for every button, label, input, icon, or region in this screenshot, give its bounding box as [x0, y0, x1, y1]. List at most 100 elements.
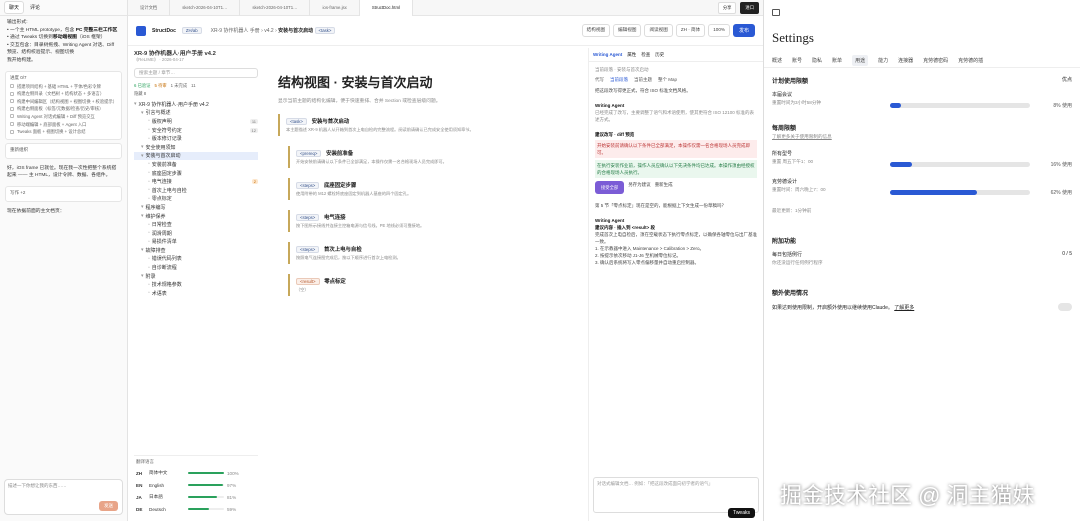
file-tab[interactable]: 设计文档	[128, 0, 171, 16]
todo-item[interactable]: 构建右侧面板（标签/元数据/检查/历史/审核）	[10, 105, 117, 113]
mode-option[interactable]: 代写	[595, 77, 604, 83]
structure-section[interactable]: <steps> 电气连接 按下图所示接线并连接主控箱电源与信号线。PE 地线必须…	[288, 210, 560, 232]
page-icon: ▫	[148, 161, 150, 168]
structure-section[interactable]: <steps> 首次上电与自检 按照电气连接图完成后，按以下顺序进行首次上电检测…	[288, 242, 560, 264]
settings-tab[interactable]: 账单	[832, 57, 842, 64]
file-tab[interactable]: sketch-2026-04-10T1…	[240, 0, 311, 16]
todo-item[interactable]: Tweaks 面板 + 视图切换 + 设计总结	[10, 128, 117, 136]
page-icon: ▫	[148, 230, 150, 237]
tweaks-button[interactable]: Tweaks	[728, 508, 755, 518]
settings-title: Settings	[772, 30, 814, 45]
settings-tab[interactable]: 概述	[772, 57, 782, 64]
accept-all-button[interactable]: 接受全部	[595, 181, 625, 194]
language-row[interactable]: ZH 简体中文 100%	[136, 467, 256, 479]
tree-node[interactable]: ▫ 首次上电与自检	[134, 186, 258, 195]
tab-writing-agent[interactable]: Writing Agent	[593, 52, 622, 57]
mode-option[interactable]: 当前段落	[610, 77, 628, 83]
export-button[interactable]: 进口	[740, 1, 759, 14]
tree-node[interactable]: ▫ 润滑周期	[134, 229, 258, 238]
todo-item[interactable]: 搭建项目结构 + 基础 HTML + 字体/色彩令牌	[10, 83, 117, 91]
settings-tab[interactable]: 连接器	[898, 57, 913, 64]
tree-node[interactable]: ▾ 维护保养	[134, 212, 258, 221]
tree-node[interactable]: ▾ 附录	[134, 272, 258, 281]
brand-tag: ZH/ab	[181, 27, 202, 34]
structure-section[interactable]: <task> 安装与首次启动 本主题描述 XR-9 机器人从开箱到首次上电自检的…	[278, 114, 560, 136]
section-title: 电气连接	[323, 215, 346, 221]
language-row[interactable]: JA 日本語 81%	[136, 491, 256, 503]
todo-list: 进度 0/7 搭建项目结构 + 基础 HTML + 字体/色彩令牌 构建左侧目录（…	[5, 70, 122, 140]
tree-node[interactable]: ▾ 引言与概述	[134, 109, 258, 118]
settings-tab[interactable]: 隐私	[812, 57, 822, 64]
extra-usage-toggle[interactable]	[1058, 303, 1072, 311]
mode-option[interactable]: 整个 Map	[658, 77, 677, 83]
save-suggestion-button[interactable]: 另存为建议	[628, 181, 651, 194]
file-tab-active[interactable]: StructDoc.html	[359, 0, 414, 16]
structure-section[interactable]: <result> 零点标定 （空）	[288, 274, 560, 296]
tree-node[interactable]: ▾ XR-9 协作机器人·用户手册 v4.2	[134, 100, 258, 109]
translation-progress-bar	[188, 472, 224, 474]
tree-node[interactable]: ▾ 程序编写	[134, 203, 258, 212]
language-row[interactable]: EN English 97%	[136, 479, 256, 491]
tree-node[interactable]: ▫ 术语表	[134, 289, 258, 298]
structure-section[interactable]: <prereq> 安装前准备 开始安装前请确认以下条件已全部满足，本操作仅需一名…	[288, 146, 560, 168]
tab-history[interactable]: 历史	[655, 52, 664, 58]
learn-more-link[interactable]: 了解更多	[894, 305, 914, 311]
chat-input[interactable]: 描述一下你想让我的东西…… 发送	[4, 479, 123, 515]
tree-meta: 《ReLIME》 · 2026-04-17	[134, 57, 184, 62]
agent-tabs: Writing Agent 属性 检查 历史	[589, 48, 763, 62]
todo-item[interactable]: 构建中间编辑区（结构视图 + 视图切换 + 校验提示）	[10, 98, 117, 106]
tree-node[interactable]: ▫ 易损件清单	[134, 238, 258, 247]
send-button[interactable]: 发送	[99, 501, 118, 511]
tab-comments[interactable]: 评论	[26, 2, 44, 13]
edit-view-button[interactable]: 编辑视图	[613, 24, 642, 37]
tree-node[interactable]: ▫ 技术规格参数	[134, 280, 258, 289]
tree-node[interactable]: ▫ 零点标定	[134, 195, 258, 204]
tree-search-input[interactable]: 搜索主题 / 章节…	[134, 68, 258, 78]
sidebar-toggle-icon[interactable]	[772, 8, 780, 16]
section-desc: 本主题描述 XR-9 机器人从开箱到首次上电自检的完整流程。阅读前请确认已完成安…	[286, 127, 474, 132]
tab-check[interactable]: 检查	[641, 52, 650, 58]
checkbox-icon	[10, 114, 14, 119]
regenerate-button[interactable]: 重新生成	[655, 181, 673, 194]
tree-node[interactable]: ▫ 安装前准备	[134, 160, 258, 169]
read-view-button[interactable]: 阅读视图	[644, 24, 673, 37]
todo-item[interactable]: 构建左侧目录（文档树 + 结构状态 + 多语言）	[10, 90, 117, 98]
language-row[interactable]: DE Deutsch 59%	[136, 503, 256, 515]
settings-tab[interactable]: 用途	[852, 55, 869, 66]
tree-node[interactable]: ▫ 错误代码列表	[134, 255, 258, 264]
tree-node[interactable]: ▫ 日常检查	[134, 220, 258, 229]
breadcrumb: XR-9 协作机器人 手册 › v4.2 › 安装与首次启动 <task>	[211, 27, 339, 34]
structure-section[interactable]: <steps> 底座固定步骤 使用附带的 M12 螺栓将底座固定到机器人基座的四…	[288, 178, 560, 200]
tree-node[interactable]: ▫ 安全符号约定 12	[134, 126, 258, 135]
tree-node[interactable]: ▾ 故障排查	[134, 246, 258, 255]
mode-option[interactable]: 当前主题	[634, 77, 652, 83]
tree-node[interactable]: ▾ 安全使用须知	[134, 143, 258, 152]
tree-node[interactable]: ▫ 版权声明 11	[134, 117, 258, 126]
zoom-level[interactable]: 100%	[708, 24, 730, 37]
todo-item[interactable]: Writing Agent 对话式编辑 + Diff 预览交互	[10, 113, 117, 121]
diff-preview: 建议改写 · diff 预览 开始安装前请确认以下条件已全部满足，本操作仅需一名…	[589, 127, 763, 198]
settings-tab[interactable]: 克劳德的插	[958, 57, 983, 64]
tab-chat[interactable]: 聊天	[4, 1, 25, 14]
tab-properties[interactable]: 属性	[627, 52, 636, 58]
todo-item[interactable]: 移动端编辑 + 底部面板 + Agent 入口	[10, 121, 117, 129]
settings-tab[interactable]: 能力	[878, 57, 888, 64]
settings-tab[interactable]: 克劳德密码	[923, 57, 948, 64]
tree-node[interactable]: ▫ 自诊断流程	[134, 263, 258, 272]
structure-view-button[interactable]: 结构视图	[581, 24, 611, 37]
tree-node[interactable]: ▫ 电气连接 2	[134, 177, 258, 186]
checkbox-icon	[10, 84, 14, 89]
share-button[interactable]: 分享	[717, 1, 737, 14]
language-select[interactable]: ZH · 简体	[675, 24, 706, 37]
file-tab[interactable]: sketch-2026-04-10T1…	[170, 0, 241, 16]
todo-heading: 进度 0/7	[10, 74, 27, 80]
tree-node[interactable]: ▫ 版本修订记录	[134, 134, 258, 143]
settings-tab[interactable]: 账号	[792, 57, 802, 64]
file-tab[interactable]: ios-frame.jsx	[310, 0, 360, 16]
tree-node[interactable]: ▫ 底座固定步骤	[134, 169, 258, 178]
learn-more-link[interactable]: 了解更多关于使用限制的信息	[772, 134, 1072, 140]
chat-input-placeholder: 描述一下你想让我的东西……	[8, 483, 67, 488]
publish-button[interactable]: 发布	[732, 24, 755, 37]
tree-node[interactable]: ▾ 安装与首次启动	[134, 151, 258, 161]
chevron-down-icon: ▾	[141, 204, 144, 211]
